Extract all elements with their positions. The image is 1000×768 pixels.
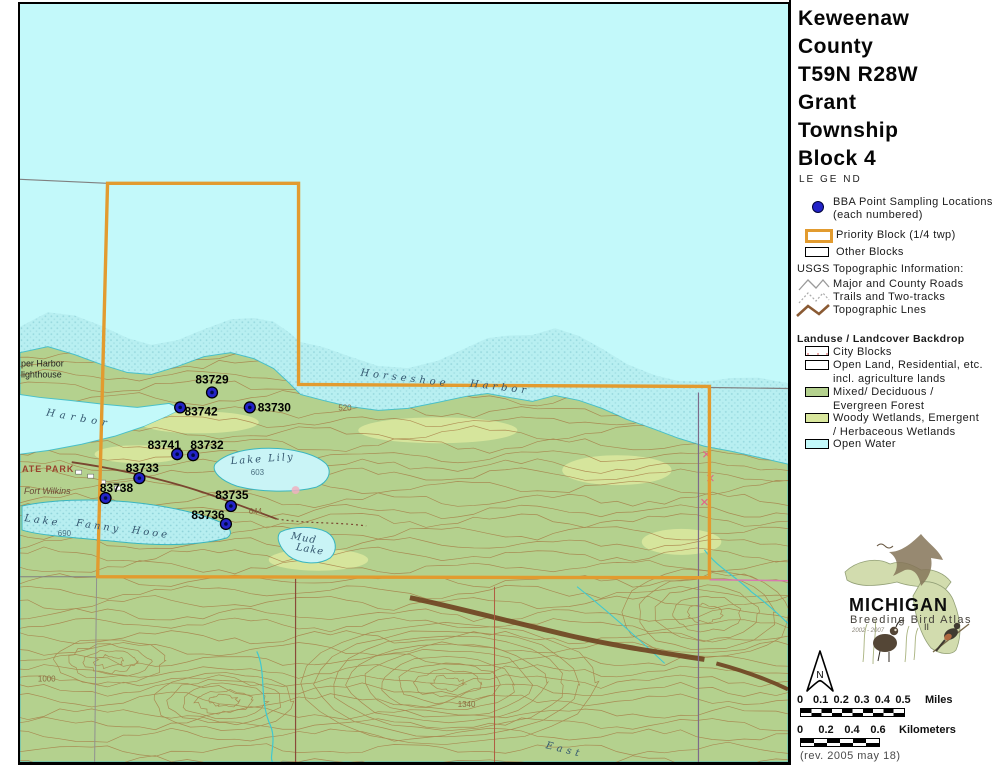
scale-tick: 0.6 — [870, 724, 885, 736]
topographic-line-icon — [795, 302, 831, 319]
title-line: Block 4 — [798, 145, 918, 173]
bba-point-label: 83729 — [195, 372, 229, 386]
bba-point-label: 83738 — [100, 481, 134, 495]
logo-numeral: II — [924, 622, 929, 632]
scale-tick: 0 — [797, 694, 803, 706]
scale-tick: 0.4 — [875, 694, 890, 706]
open-water-icon — [805, 439, 829, 449]
legend-bba: BBA Point Sampling Locations (each numbe… — [833, 196, 998, 222]
map-sheet: per HarborlighthouseHarborHorseshoeHarbo… — [0, 0, 1000, 768]
bba-point-label: 83742 — [184, 404, 218, 418]
scale-unit: Miles — [925, 694, 953, 706]
title-line: Grant — [798, 89, 918, 117]
map-label: 520 — [338, 403, 352, 412]
legend-other-blocks: Other Blocks — [836, 246, 904, 259]
page-title: KeweenawCountyT59N R28WGrantTownshipBloc… — [798, 5, 918, 173]
map-label: 1000 — [38, 674, 56, 683]
title-line: T59N R28W — [798, 61, 918, 89]
forest-icon — [805, 387, 829, 397]
legend-wetland-1: Woody Wetlands, Emergent — [833, 412, 979, 425]
scale-unit: Kilometers — [899, 724, 956, 736]
map-label: lighthouse — [21, 370, 62, 380]
legend-forest-1: Mixed/ Deciduous / — [833, 386, 934, 399]
map-label: per Harbor — [21, 359, 64, 369]
north-label: N — [816, 670, 823, 681]
open-land-icon — [805, 360, 829, 370]
legend-landuse-heading: Landuse / Landcover Backdrop — [797, 333, 965, 346]
bba-point-label: 83735 — [215, 488, 249, 502]
map-label: Fort Wilkins — [24, 486, 71, 496]
title-line: Township — [798, 117, 918, 145]
km-scalebar — [800, 738, 880, 747]
scale-tick: 0.1 — [813, 694, 828, 706]
map-label: ATE PARK — [22, 464, 74, 474]
title-line: Keweenaw — [798, 5, 918, 33]
title-line: County — [798, 33, 918, 61]
scale-tick: 0 — [797, 724, 803, 736]
km-ticks: 0 0.2 0.4 0.6 Kilometers — [800, 724, 990, 736]
bba-point-label: 83733 — [126, 461, 160, 475]
legend-heading: LE GE ND — [799, 174, 862, 185]
bba-sample-point: 83730 — [244, 400, 291, 414]
logo-name: MICHIGAN — [849, 595, 948, 615]
map-frame: per HarborlighthouseHarborHorseshoeHarbo… — [18, 2, 790, 764]
scale-tick: 0.2 — [834, 694, 849, 706]
map-label: 690 — [58, 529, 72, 538]
scale-tick: 0.3 — [854, 694, 869, 706]
other-blocks-icon — [805, 247, 829, 257]
legend-open-land-1: Open Land, Residential, etc. — [833, 359, 983, 372]
bba-point-icon — [812, 201, 824, 213]
scale-tick: 0.5 — [895, 694, 910, 706]
bba-point-label: 83736 — [191, 508, 225, 522]
legend-priority-block: Priority Block (1/4 twp) — [836, 229, 956, 242]
logo-years: 2002 - 2007 — [851, 628, 885, 634]
bba-point-label: 83741 — [148, 438, 182, 452]
legend-roads: Major and County Roads — [833, 278, 963, 291]
info-panel: KeweenawCountyT59N R28WGrantTownshipBloc… — [791, 0, 1000, 768]
scale-tick: 0.2 — [818, 724, 833, 736]
logo-subtitle: Breeding Bird Atlas — [850, 614, 972, 626]
miles-scalebar — [800, 708, 905, 717]
legend-open-water: Open Water — [833, 438, 896, 451]
distant-bird-icon — [877, 544, 893, 548]
north-arrow-icon: N — [800, 648, 840, 696]
legend-city-blocks: City Blocks — [833, 346, 892, 359]
map-label: 1340 — [458, 700, 476, 709]
miles-ticks: 0 0.1 0.2 0.3 0.4 0.5 Miles — [800, 694, 990, 706]
legend-topo-lines: Topographic Lnes — [833, 304, 926, 317]
city-blocks-icon — [805, 346, 829, 356]
map-label: 644 — [249, 507, 263, 516]
legend-usgs-heading: USGS Topographic Information: — [797, 263, 964, 276]
priority-block-icon — [805, 229, 833, 243]
quail-icon — [863, 620, 918, 664]
bba-point-label: 83730 — [258, 400, 292, 414]
bba-point-label: 83732 — [190, 438, 224, 452]
revision-note: (rev. 2005 may 18) — [800, 750, 901, 762]
legend-open-land-2: incl. agriculture lands — [833, 373, 946, 386]
map-label: 603 — [251, 468, 265, 477]
scale-tick: 0.4 — [844, 724, 859, 736]
map-canvas: per HarborlighthouseHarborHorseshoeHarbo… — [20, 4, 788, 762]
wetland-icon — [805, 413, 829, 423]
legend-trails: Trails and Two-tracks — [833, 291, 945, 304]
